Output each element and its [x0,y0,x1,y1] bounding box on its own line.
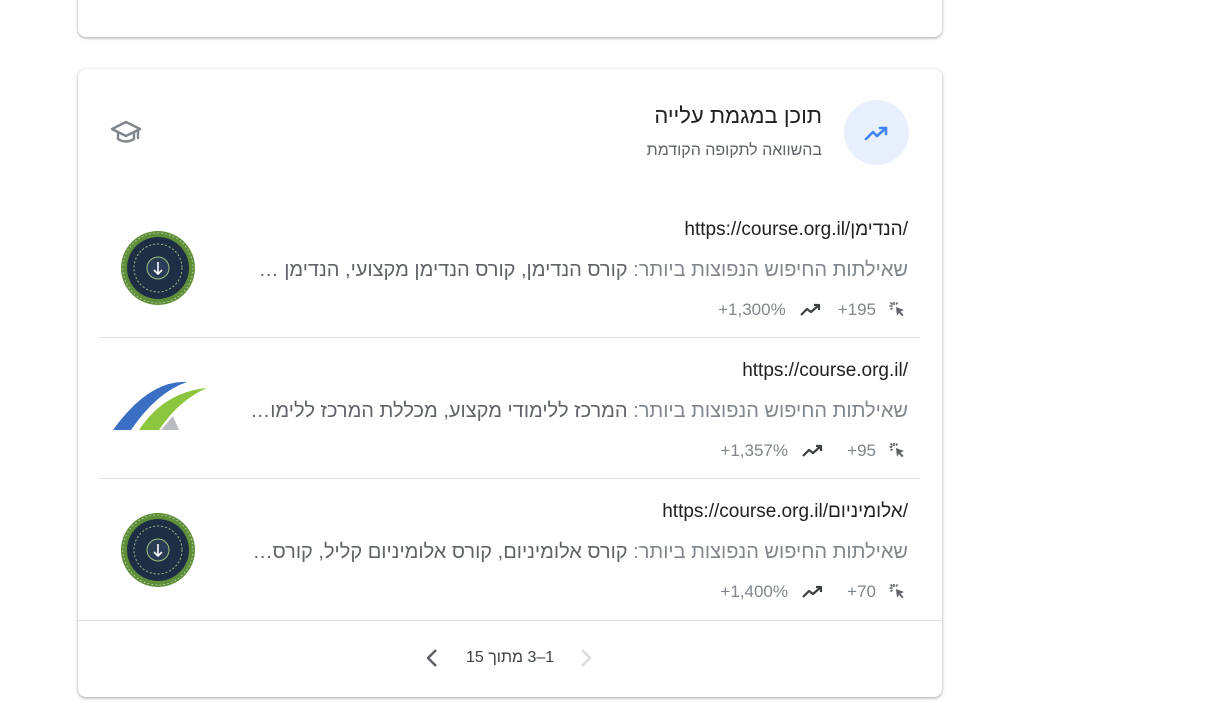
click-icon [889,442,904,458]
trending-list: https://course.org.il/הנדימן/ שאילתות הח… [99,197,920,620]
college-seal-logo [121,513,195,587]
trending-up-icon [802,585,823,598]
card-header: תוכן במגמת עלייה בהשוואה לתקופה הקודמת [78,69,942,197]
trending-content-card: תוכן במגמת עלייה בהשוואה לתקופה הקודמת h… [78,69,942,697]
trending-up-icon [799,303,820,316]
page-url[interactable]: https://course.org.il/הנדימן/ [684,219,908,241]
clicks-value: +70 [847,582,876,601]
clicks-value: +95 [847,441,876,460]
card-subtitle: בהשוואה לתקופה הקודמת [646,142,822,159]
college-seal-logo [121,231,195,305]
chevron-left-icon [426,649,437,667]
list-item[interactable]: https://course.org.il/ שאילתות החיפוש הנ… [99,338,920,479]
trending-up-icon [802,444,823,457]
queries-text: קורס הנדימן, קורס הנדימן מקצועי, הנדימן … [248,259,628,281]
queries-label: שאילתות החיפוש הנפוצות ביותר: [633,400,908,422]
row-stats: +70 +1,400% [720,582,908,602]
pagination-range: 1–3 מתוך 15 [466,649,555,666]
page-url[interactable]: https://course.org.il/ [742,360,908,382]
list-item[interactable]: https://course.org.il/אלומיניום/ שאילתות… [99,479,920,620]
queries-label: שאילתות החיפוש הנפוצות ביותר: [633,541,908,563]
list-item[interactable]: https://course.org.il/הנדימן/ שאילתות הח… [99,197,920,338]
clicks-value: +195 [837,300,876,319]
top-queries: שאילתות החיפוש הנפוצות ביותר: קורס הנדימ… [248,259,908,282]
top-queries: שאילתות החיפוש הנפוצות ביותר: קורס אלומי… [248,541,908,564]
change-value: +1,357% [720,441,788,460]
queries-label: שאילתות החיפוש הנפוצות ביותר: [633,259,908,281]
chevron-right-icon [581,649,592,667]
swoosh-logo [113,381,207,430]
next-page-button[interactable] [419,645,445,671]
queries-text: קורס אלומיניום, קורס אלומיניום קליל, קור… [248,541,628,563]
change-value: +1,300% [718,300,786,319]
row-stats: +195 +1,300% [718,300,908,320]
change-value: +1,400% [720,582,788,601]
queries-text: המרכז ללימודי מקצוע, מכללת המרכז ללימודי… [248,400,628,422]
previous-card [78,0,942,37]
graduation-cap-icon [110,120,142,143]
pagination-bar: 1–3 מתוך 15 [78,620,942,697]
row-stats: +95 +1,357% [720,441,908,461]
previous-page-button[interactable] [573,645,599,671]
card-title: תוכן במגמת עלייה [654,103,822,128]
page-url[interactable]: https://course.org.il/אלומיניום/ [662,501,908,523]
click-icon [889,583,904,599]
click-icon [889,301,904,317]
trending-up-icon [844,100,909,165]
top-queries: שאילתות החיפוש הנפוצות ביותר: המרכז ללימ… [248,400,908,423]
